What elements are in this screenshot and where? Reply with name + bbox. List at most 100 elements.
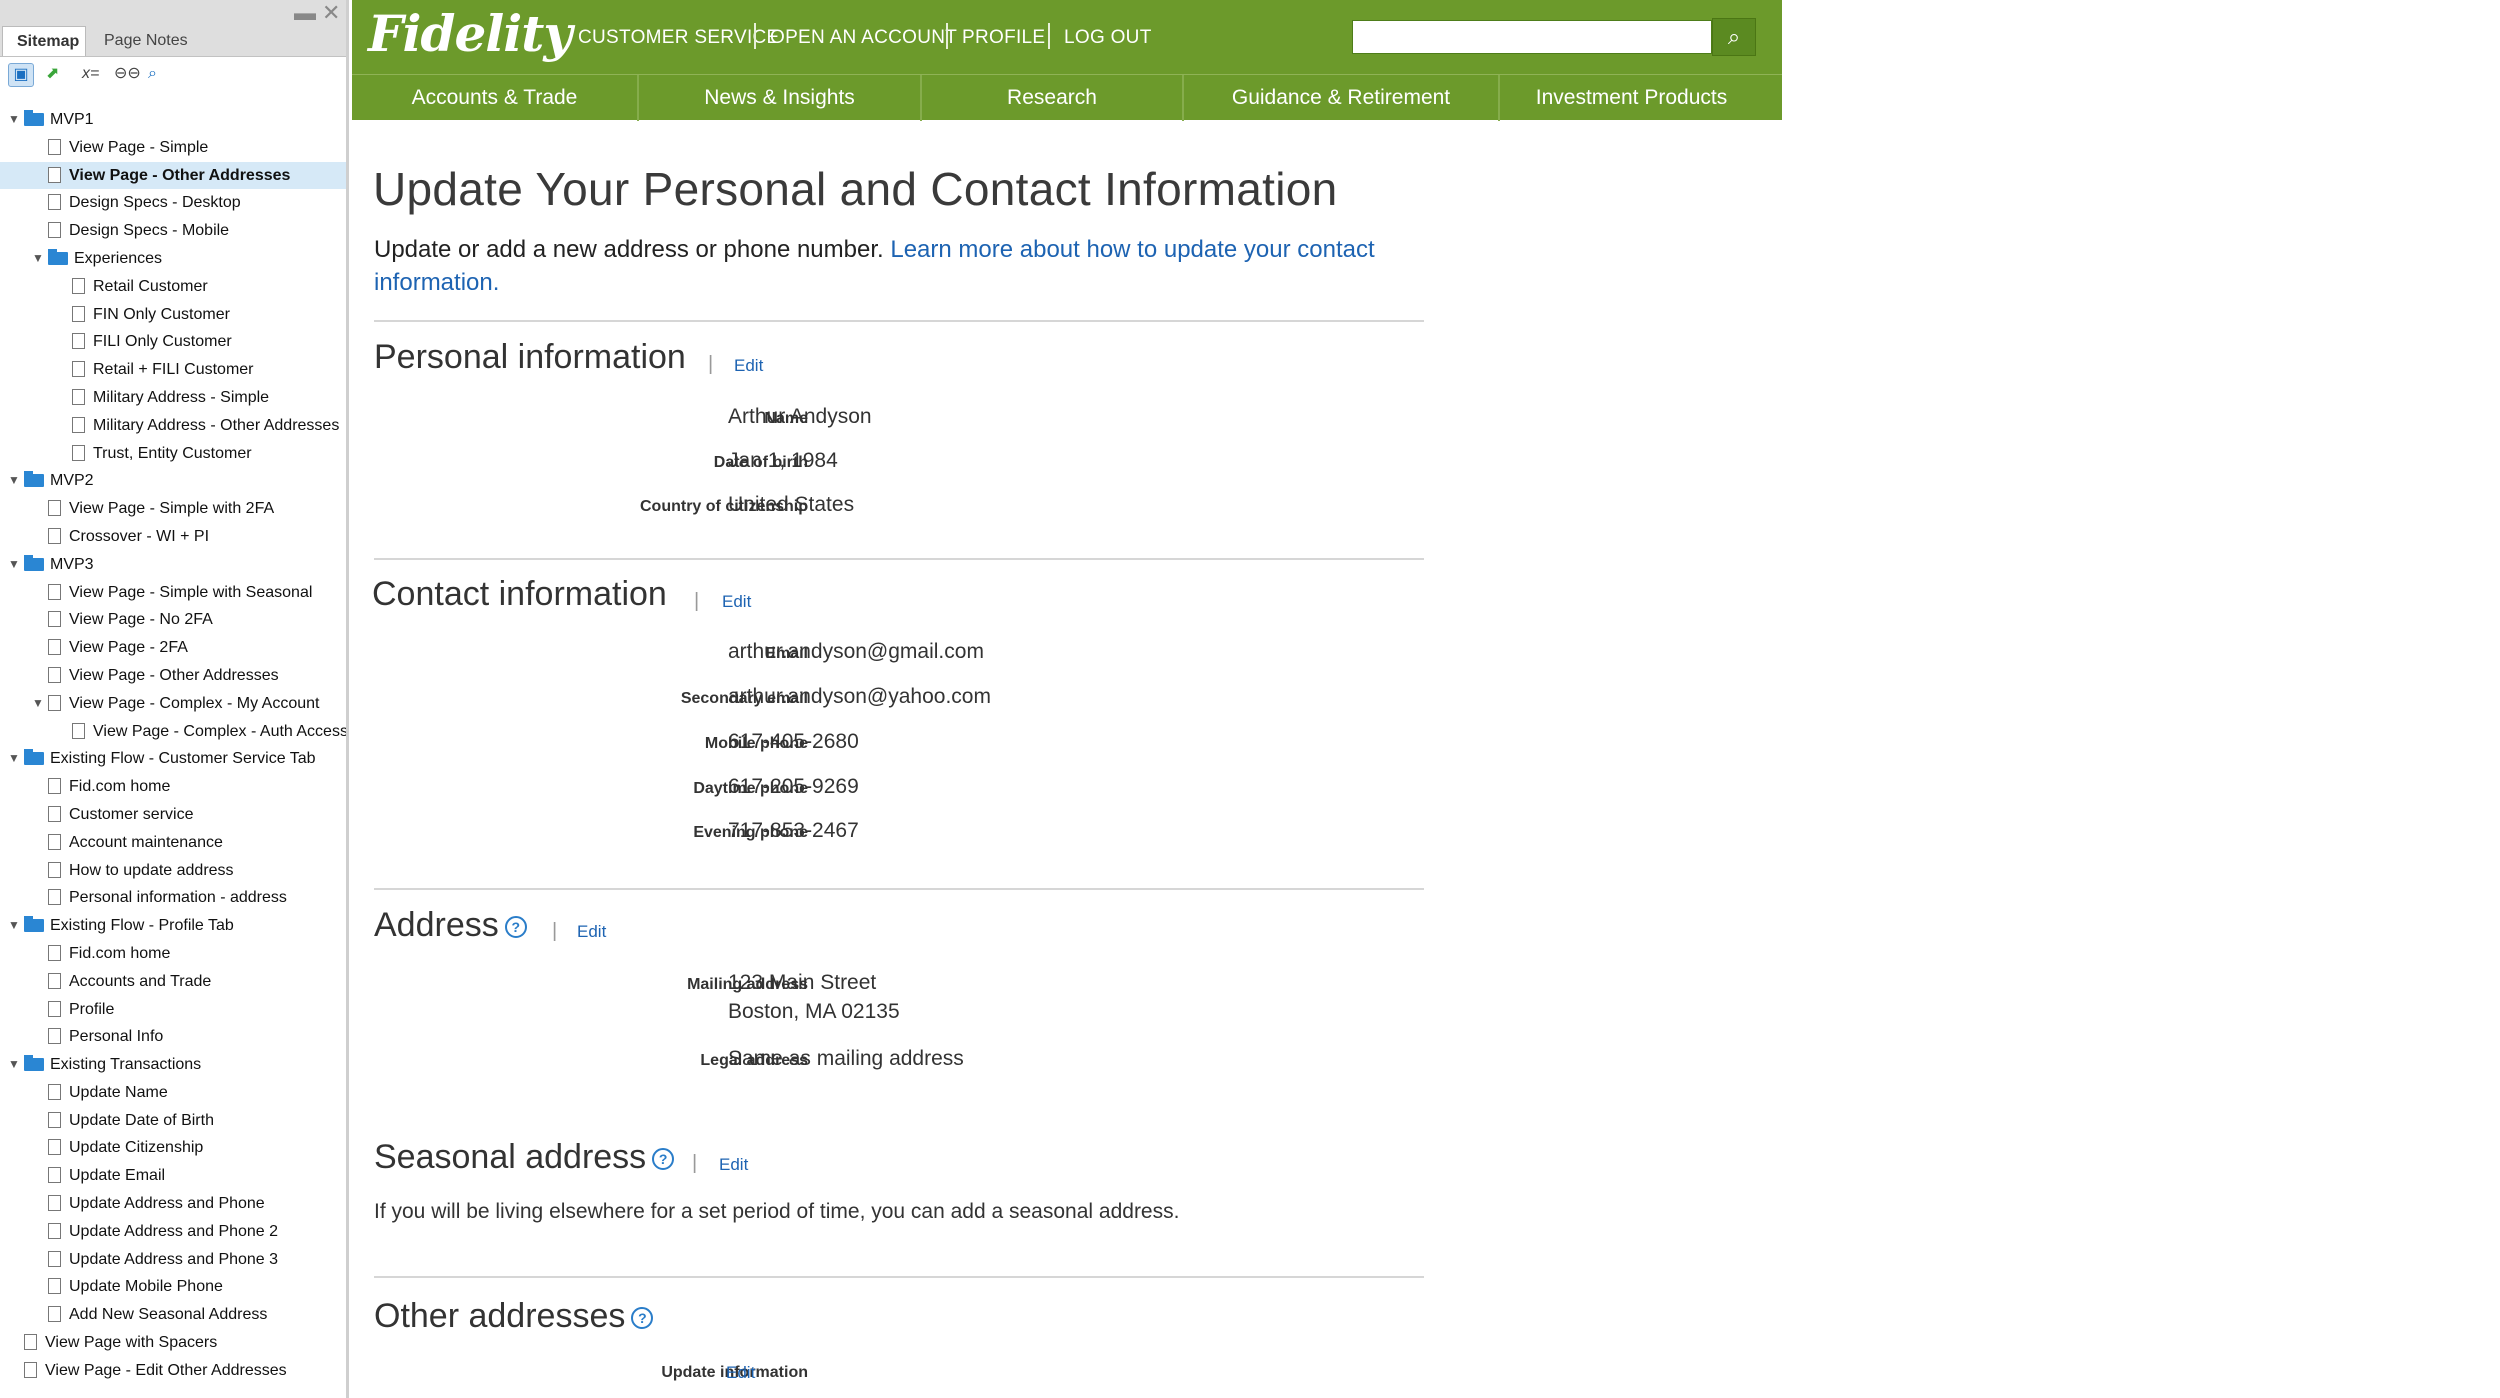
sitemap-page[interactable]: Personal information - address bbox=[0, 884, 346, 912]
help-icon[interactable]: ? bbox=[631, 1307, 654, 1330]
sitemap-page[interactable]: Military Address - Other Addresses bbox=[0, 412, 346, 440]
sitemap-folder[interactable]: ▼ Experiences bbox=[0, 245, 346, 273]
sitemap-page[interactable]: Design Specs - Mobile bbox=[0, 217, 346, 245]
page-icon bbox=[48, 194, 61, 211]
edit-address-link[interactable]: Edit bbox=[577, 922, 606, 942]
sitemap-page[interactable]: View Page - Other Addresses bbox=[0, 662, 346, 690]
search-input[interactable] bbox=[1352, 20, 1712, 54]
page-icon bbox=[48, 1222, 61, 1239]
contact-info-heading: Contact information bbox=[372, 575, 667, 613]
sitemap-folder[interactable]: ▼ Existing Flow - Profile Tab bbox=[0, 912, 346, 940]
sitemap-folder[interactable]: ▼ Existing Transactions bbox=[0, 1051, 346, 1079]
page-view-icon[interactable]: ▣ bbox=[8, 63, 34, 87]
edit-seasonal-address-link[interactable]: Edit bbox=[719, 1155, 748, 1175]
sitemap-page[interactable]: Update Address and Phone 3 bbox=[0, 1246, 346, 1274]
sitemap-page[interactable]: Update Name bbox=[0, 1079, 346, 1107]
sitemap-page[interactable]: Update Email bbox=[0, 1162, 346, 1190]
sitemap-tab-bar: ▬ ✕ Sitemap Page Notes bbox=[0, 0, 346, 57]
expand-arrow-icon[interactable]: ▼ bbox=[32, 245, 44, 273]
heading-separator: | bbox=[708, 353, 714, 375]
folder-icon bbox=[24, 1055, 44, 1072]
sitemap-page[interactable]: View Page - Simple with Seasonal bbox=[0, 579, 346, 607]
sitemap-page[interactable]: FIN Only Customer bbox=[0, 301, 346, 329]
sitemap-item-label: Update Email bbox=[69, 1167, 166, 1185]
search-icon[interactable]: ⌕ bbox=[148, 63, 157, 85]
tab-sitemap[interactable]: Sitemap bbox=[2, 26, 86, 56]
edit-personal-info-link[interactable]: Edit bbox=[734, 356, 763, 376]
sitemap-page[interactable]: Retail Customer bbox=[0, 273, 346, 301]
expand-arrow-icon[interactable]: ▼ bbox=[8, 106, 20, 134]
sitemap-page[interactable]: Update Date of Birth bbox=[0, 1107, 346, 1135]
link-icon[interactable]: ⊖⊖ bbox=[114, 63, 141, 85]
help-icon[interactable]: ? bbox=[652, 1148, 675, 1171]
expand-arrow-icon[interactable]: ▼ bbox=[8, 551, 20, 579]
sitemap-page[interactable]: View Page - Complex - Auth Access bbox=[0, 718, 346, 746]
sitemap-item-label: Military Address - Other Addresses bbox=[93, 416, 340, 434]
tab-page-notes[interactable]: Page Notes bbox=[90, 26, 202, 56]
help-icon[interactable]: ? bbox=[504, 916, 527, 939]
nav-news-insights[interactable]: News & Insights bbox=[639, 75, 920, 121]
search-button[interactable]: ⌕ bbox=[1712, 18, 1756, 56]
expand-arrow-icon[interactable]: ▼ bbox=[8, 1051, 20, 1079]
sitemap-folder[interactable]: ▼ MVP3 bbox=[0, 551, 346, 579]
field-value-daytime-phone: 617-205-9269 bbox=[728, 775, 859, 798]
open-account-link[interactable]: OPEN AN ACCOUNT bbox=[770, 27, 957, 49]
nav-investment-products[interactable]: Investment Products bbox=[1500, 75, 1763, 121]
sitemap-page[interactable]: View Page with Spacers bbox=[0, 1329, 346, 1357]
profile-link[interactable]: PROFILE bbox=[962, 27, 1045, 49]
nav-guidance-retirement[interactable]: Guidance & Retirement bbox=[1184, 75, 1498, 121]
sitemap-item-label: MVP3 bbox=[50, 555, 94, 573]
sitemap-page[interactable]: Account maintenance bbox=[0, 829, 346, 857]
sitemap-folder[interactable]: ▼ MVP2 bbox=[0, 467, 346, 495]
sitemap-page[interactable]: Design Specs - Desktop bbox=[0, 189, 346, 217]
sitemap-page[interactable]: How to update address bbox=[0, 857, 346, 885]
sitemap-page[interactable]: View Page - Simple bbox=[0, 134, 346, 162]
fidelity-logo[interactable]: Fidelity bbox=[368, 4, 572, 63]
expand-arrow-icon[interactable]: ▼ bbox=[8, 912, 20, 940]
sitemap-page[interactable]: Update Mobile Phone bbox=[0, 1273, 346, 1301]
sitemap-page[interactable]: Update Citizenship bbox=[0, 1134, 346, 1162]
page-icon bbox=[48, 972, 61, 989]
sitemap-item-label: FILI Only Customer bbox=[93, 333, 232, 351]
sitemap-page[interactable]: Fid.com home bbox=[0, 940, 346, 968]
sitemap-page[interactable]: Accounts and Trade bbox=[0, 968, 346, 996]
customer-service-link[interactable]: CUSTOMER SERVICE bbox=[578, 27, 780, 49]
sitemap-page[interactable]: Profile bbox=[0, 996, 346, 1024]
sitemap-page[interactable]: Add New Seasonal Address bbox=[0, 1301, 346, 1329]
nav-research[interactable]: Research bbox=[922, 75, 1182, 121]
sitemap-folder[interactable]: ▼ Existing Flow - Customer Service Tab bbox=[0, 745, 346, 773]
expand-arrow-icon[interactable]: ▼ bbox=[8, 467, 20, 495]
sitemap-page[interactable]: ▼ View Page - Complex - My Account bbox=[0, 690, 346, 718]
sitemap-page[interactable]: View Page - Edit Other Addresses bbox=[0, 1357, 346, 1385]
sitemap-page[interactable]: Crossover - WI + PI bbox=[0, 523, 346, 551]
close-icon[interactable]: ✕ bbox=[322, 0, 340, 26]
sitemap-page[interactable]: View Page - No 2FA bbox=[0, 606, 346, 634]
sitemap-page[interactable]: Update Address and Phone bbox=[0, 1190, 346, 1218]
sitemap-page[interactable]: View Page - Other Addresses bbox=[0, 161, 346, 190]
sitemap-page[interactable]: Military Address - Simple bbox=[0, 384, 346, 412]
field-value-dob: Jan 1, 1984 bbox=[728, 449, 838, 472]
expand-arrow-icon[interactable]: ▼ bbox=[8, 745, 20, 773]
sitemap-page[interactable]: Update Address and Phone 2 bbox=[0, 1218, 346, 1246]
minimize-icon[interactable]: ▬ bbox=[294, 0, 316, 26]
expand-arrow-icon[interactable]: ▼ bbox=[32, 690, 44, 718]
sitemap-folder[interactable]: ▼ MVP1 bbox=[0, 106, 346, 134]
page-icon bbox=[48, 222, 61, 239]
sitemap-page[interactable]: View Page - 2FA bbox=[0, 634, 346, 662]
log-out-link[interactable]: LOG OUT bbox=[1064, 27, 1152, 49]
sitemap-page[interactable]: Fid.com home bbox=[0, 773, 346, 801]
sitemap-page[interactable]: View Page - Simple with 2FA bbox=[0, 495, 346, 523]
sitemap-page[interactable]: Personal Info bbox=[0, 1023, 346, 1051]
heading-separator: | bbox=[694, 590, 700, 612]
sitemap-page[interactable]: Trust, Entity Customer bbox=[0, 440, 346, 468]
sitemap-page[interactable]: Customer service bbox=[0, 801, 346, 829]
flow-icon[interactable]: ⬈ bbox=[46, 63, 59, 85]
sitemap-page[interactable]: FILI Only Customer bbox=[0, 328, 346, 356]
nav-accounts-trade[interactable]: Accounts & Trade bbox=[352, 75, 637, 121]
variables-icon[interactable]: x= bbox=[82, 63, 99, 85]
sitemap-page[interactable]: Retail + FILI Customer bbox=[0, 356, 346, 384]
edit-other-addresses-link[interactable]: Edit bbox=[726, 1363, 755, 1383]
section-divider bbox=[374, 1276, 1424, 1278]
edit-contact-info-link[interactable]: Edit bbox=[722, 592, 751, 612]
sitemap-item-label: View Page - Simple with Seasonal bbox=[69, 583, 313, 601]
